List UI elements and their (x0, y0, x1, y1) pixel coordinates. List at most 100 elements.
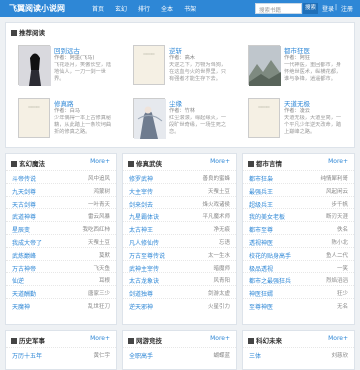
list-item[interactable]: 至尊神医 无名 (243, 297, 354, 311)
nav-item-bookshelf[interactable]: 书架 (184, 4, 196, 13)
nav-item-complete[interactable]: 全本 (161, 4, 173, 13)
book-title-link[interactable]: 都市狂枭 (249, 174, 273, 183)
book-cover[interactable]: ▭▭▭ (248, 98, 280, 138)
book-title-link[interactable]: 九天剑尊 (12, 187, 36, 196)
list-item[interactable]: 武道神尊 雷云风暴 (6, 208, 116, 221)
list-item[interactable]: 天魔神 乱世狂刀 (6, 297, 116, 311)
list-item[interactable]: 斗帝传说 风中追风 (6, 170, 116, 183)
book-title-link[interactable]: 我成大帝了 (12, 238, 42, 247)
book-title-link[interactable]: 三体 (249, 351, 261, 360)
book-title-link[interactable]: 万古至尊传说 (129, 251, 165, 260)
list-item[interactable]: 我的美女老板 断刃天涯 (243, 208, 354, 221)
book-title-link[interactable]: 天古剑尊 (12, 200, 36, 209)
list-item[interactable]: 都市狂枭 纯情犀利哥 (243, 170, 354, 183)
book-title-link[interactable]: 全职高手 (129, 351, 153, 360)
book-title-link[interactable]: 太古神王 (129, 225, 153, 234)
book-title-link[interactable]: 仙逆 (12, 276, 24, 285)
book-cover[interactable]: ▭▭▭ (133, 45, 165, 85)
nav-item-fantasy[interactable]: 玄幻 (115, 4, 127, 13)
list-item[interactable]: 逆天邪神 火星引力 (123, 297, 236, 311)
book-cover[interactable] (18, 45, 51, 86)
list-item[interactable]: 九星霸体诀 平凡魔术师 (123, 208, 236, 221)
list-item[interactable]: 剑来剑去 烽火戏诸侯 (123, 195, 236, 209)
book-title-link[interactable]: 校花的贴身高手 (249, 251, 291, 260)
list-item[interactable]: 万古神帝 飞天鱼 (6, 259, 116, 273)
more-link[interactable]: More+ (210, 158, 230, 165)
book-title-link[interactable]: 大主宰传 (129, 187, 153, 196)
book-title-link[interactable]: 极品透视 (249, 264, 273, 273)
book-title-link[interactable]: 逆天邪神 (129, 302, 153, 311)
list-item[interactable]: 我成大帝了 天蚕土豆 (6, 233, 116, 247)
list-item[interactable]: 极品透视 一笑 (243, 259, 354, 273)
list-item[interactable]: 凡人修仙传 忘语 (123, 233, 236, 247)
book-title-link[interactable]: 我的美女老板 (249, 212, 285, 221)
login-link[interactable]: 登录 (322, 4, 334, 13)
list-item[interactable]: 都市之最强狂兵 烈焰滔滔 (243, 272, 354, 285)
book-title-link[interactable]: 万古神帝 (12, 264, 36, 273)
book-title-link[interactable]: 万历十五年 (12, 351, 42, 360)
list-item[interactable]: 全职高手 蝴蝶蓝 (123, 347, 236, 360)
book-title-link[interactable]: 天魔神 (12, 302, 30, 311)
list-item[interactable]: 仙逆 耳根 (6, 272, 116, 285)
book-title-link[interactable]: 剑道独尊 (129, 289, 153, 298)
book-title-link[interactable]: 都市之最强狂兵 (249, 276, 291, 285)
book-title-link[interactable]: 星辰变 (12, 225, 30, 234)
list-item[interactable]: 星辰变 我吃西红柿 (6, 221, 116, 234)
list-item[interactable]: 校花的贴身高手 鱼人二代 (243, 246, 354, 260)
book-title-link[interactable]: 神医狂婿 (249, 289, 273, 298)
book-title-link[interactable]: 九星霸体诀 (129, 212, 159, 221)
nav-item-home[interactable]: 首页 (92, 4, 104, 13)
book-title-link[interactable]: 都市至尊 (249, 225, 273, 234)
book-title-link[interactable]: 透视神医 (249, 238, 273, 247)
list-item[interactable]: 天道酬勤 唐家三少 (6, 285, 116, 298)
book-cover[interactable] (133, 98, 166, 139)
book-title-link[interactable]: 剑来剑去 (129, 200, 153, 209)
book-title-link[interactable]: 武炼巅峰 (12, 251, 36, 260)
more-link[interactable]: More+ (90, 158, 110, 165)
featured-book[interactable]: 都市狂医 作者：阿狂 一代神医，重回都市，身怀绝世医术，纵横花都，谁与争锋，逍遥… (248, 45, 353, 93)
featured-book[interactable]: 尘缘 作者：竹林 红尘滚滚，缘起缘灭，一段旷世奇缘，一场生死之恋。 (133, 98, 238, 146)
register-link[interactable]: 注册 (341, 4, 353, 13)
book-title-link[interactable]: 武神主宰传 (129, 264, 159, 273)
book-title-link[interactable]: 凡人修仙传 (129, 238, 159, 247)
book-title-link[interactable]: 至尊神医 (249, 302, 273, 311)
list-item[interactable]: 武神主宰传 暗魔师 (123, 259, 236, 273)
search-button[interactable]: 搜索 (303, 3, 318, 14)
list-item[interactable]: 透视神医 陈小北 (243, 233, 354, 247)
more-link[interactable]: More+ (210, 335, 230, 342)
list-item[interactable]: 大主宰传 天蚕土豆 (123, 182, 236, 196)
featured-book[interactable]: ▭▭▭ 天道无极 作者：凌云 天道无极，大道至简，一个平凡少年逆天改命，踏上巅峰… (248, 98, 353, 146)
list-item[interactable]: 三体 刘慈欣 (243, 347, 354, 360)
more-link[interactable]: More+ (328, 335, 348, 342)
list-item[interactable]: 天古剑尊 一叶青天 (6, 195, 116, 209)
book-cover[interactable]: ▭▭▭ (18, 98, 50, 138)
list-item[interactable]: 超级兵王 步千帆 (243, 195, 354, 209)
list-item[interactable]: 神医狂婿 狂少 (243, 285, 354, 298)
list-item[interactable]: 万历十五年 黄仁宇 (6, 347, 116, 360)
book-title-link[interactable]: 天道酬勤 (12, 289, 36, 298)
more-link[interactable]: More+ (90, 335, 110, 342)
featured-book[interactable]: ▭▭▭ 逆斩 作者：高木 天逆之下，万物为刍狗，在这血与火的世界里，只有强者才能… (133, 45, 238, 93)
list-item[interactable]: 都市至尊 佚名 (243, 221, 354, 234)
book-title-link[interactable]: 武道神尊 (12, 212, 36, 221)
book-title-link[interactable]: 斗帝传说 (12, 174, 36, 183)
book-title-link[interactable]: 超级兵王 (249, 200, 273, 209)
list-item[interactable]: 最强兵王 风起闲云 (243, 182, 354, 196)
book-cover[interactable] (248, 45, 281, 86)
book-title-link[interactable]: 太古龙象诀 (129, 276, 159, 285)
nav-item-ranking[interactable]: 排行 (138, 4, 150, 13)
more-link[interactable]: More+ (328, 158, 348, 165)
search-input[interactable]: 搜索书籍 (255, 3, 302, 14)
featured-book[interactable]: 回到远古 作者：阿墨(飞马) 飞花逐月，笑傲长空，陆地仙人，一刀一剑一世界。 (18, 45, 123, 93)
list-item[interactable]: 剑道独尊 剑游太虚 (123, 285, 236, 298)
list-item[interactable]: 太古龙象诀 风青阳 (123, 272, 236, 285)
site-logo[interactable]: 飞翼阅读小说网 (9, 3, 65, 14)
book-title-link[interactable]: 修罗武神 (129, 174, 153, 183)
list-item[interactable]: 九天剑尊 鸿蒙树 (6, 182, 116, 196)
list-item[interactable]: 修罗武神 善良的蜜蜂 (123, 170, 236, 183)
book-title-link[interactable]: 最强兵王 (249, 187, 273, 196)
featured-book[interactable]: ▭▭▭ 修真路 作者：白马 少年偶得一本上古修真秘籍，从此踏上一条坎坷曲折的修真… (18, 98, 123, 146)
list-item[interactable]: 武炼巅峰 莫默 (6, 246, 116, 260)
list-item[interactable]: 太古神王 净无痕 (123, 221, 236, 234)
list-item[interactable]: 万古至尊传说 太一生水 (123, 246, 236, 260)
